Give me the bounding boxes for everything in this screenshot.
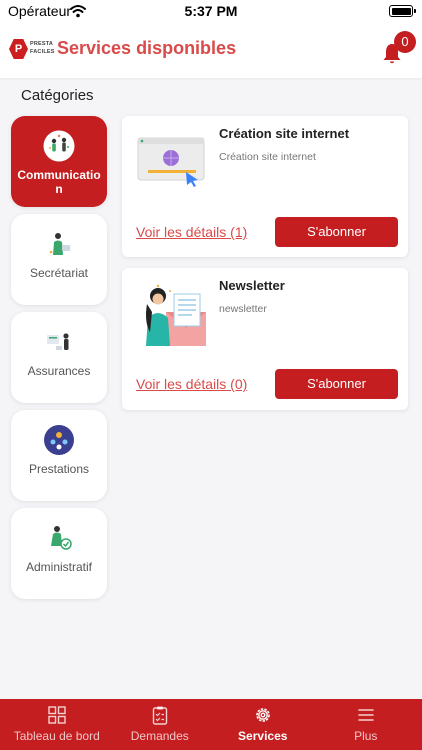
- details-link[interactable]: Voir les détails (1): [136, 224, 247, 240]
- tab-dashboard[interactable]: Tableau de bord: [4, 699, 110, 750]
- status-bar: Opérateur 5:37 PM: [0, 0, 422, 24]
- app-logo: P PRESTA FACILES: [9, 39, 54, 59]
- battery-icon: [389, 5, 416, 17]
- tab-label: Services: [238, 729, 288, 743]
- communication-icon: [43, 130, 75, 162]
- service-subtitle: Création site internet: [219, 151, 316, 163]
- category-label: Administratif: [25, 560, 93, 574]
- service-card: Newsletter newsletter Voir les détails (…: [122, 268, 408, 410]
- logo-mark-icon: P: [9, 39, 28, 59]
- gear-icon: [256, 708, 270, 722]
- details-link[interactable]: Voir les détails (0): [136, 376, 247, 392]
- clipboard-icon: [152, 706, 168, 725]
- administratif-icon: [51, 526, 72, 550]
- service-card: Création site internet Création site int…: [122, 116, 408, 257]
- category-assurances[interactable]: Assurances: [11, 312, 107, 403]
- category-label: Prestations: [28, 462, 90, 476]
- notification-badge: 0: [394, 31, 416, 53]
- page-title: Services disponibles: [57, 38, 237, 58]
- prestations-icon: [44, 425, 74, 455]
- bottom-tab-bar: Tableau de bord Demandes Services Plus: [0, 699, 422, 750]
- logo-text: PRESTA FACILES: [30, 41, 55, 55]
- tab-plus[interactable]: Plus: [313, 699, 419, 750]
- website-creation-illustration: [137, 137, 205, 187]
- clock: 5:37 PM: [184, 3, 238, 19]
- categories-heading: Catégories: [21, 87, 94, 104]
- dashboard-icon: [48, 706, 66, 724]
- menu-icon: [358, 709, 374, 721]
- service-title: Création site internet: [219, 126, 350, 141]
- service-subtitle: newsletter: [219, 303, 267, 315]
- service-title: Newsletter: [219, 278, 285, 293]
- category-communication[interactable]: Communication: [11, 116, 107, 207]
- tab-label: Tableau de bord: [13, 729, 100, 743]
- category-secretariat[interactable]: Secrétariat: [11, 214, 107, 305]
- tab-demandes[interactable]: Demandes: [107, 699, 213, 750]
- app-header: P PRESTA FACILES Services disponibles 0: [0, 24, 422, 78]
- category-label: Secrétariat: [29, 266, 89, 280]
- category-prestations[interactable]: Prestations: [11, 410, 107, 501]
- tab-label: Plus: [354, 729, 378, 743]
- subscribe-button[interactable]: S'abonner: [275, 217, 398, 247]
- tab-services[interactable]: Services: [210, 699, 316, 750]
- newsletter-illustration: [146, 284, 206, 346]
- category-label: Communication: [17, 168, 101, 196]
- assurances-icon: [47, 333, 69, 350]
- secretariat-icon: [49, 233, 70, 255]
- tab-label: Demandes: [130, 729, 189, 743]
- subscribe-button[interactable]: S'abonner: [275, 369, 398, 399]
- category-administratif[interactable]: Administratif: [11, 508, 107, 599]
- category-label: Assurances: [27, 364, 91, 378]
